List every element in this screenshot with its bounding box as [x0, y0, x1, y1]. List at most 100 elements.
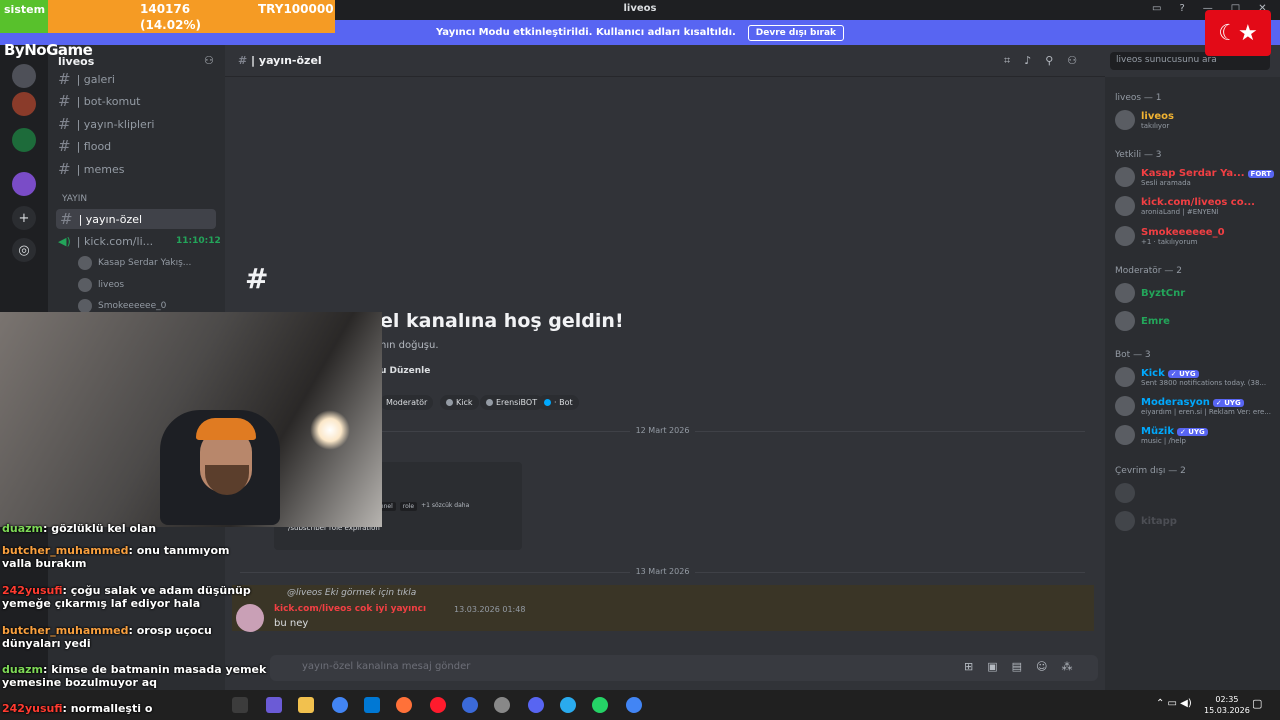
telegram-icon[interactable] [560, 697, 576, 713]
header-channel-name: # | yayın-özel [238, 54, 322, 67]
opera-icon[interactable] [430, 697, 446, 713]
pin-icon[interactable]: ⚲ [1045, 54, 1053, 68]
channel-item[interactable]: # | memes [58, 159, 218, 179]
channel-header [225, 45, 1105, 77]
channel-item[interactable]: # | flood [58, 136, 218, 156]
firefox-icon[interactable] [396, 697, 412, 713]
hash-icon: # [58, 70, 71, 88]
member-item[interactable]: Kasap Serdar Ya... FORT Sesli aramada [1115, 167, 1275, 187]
goal-label: sistem [0, 0, 48, 33]
app-icon[interactable] [266, 697, 282, 713]
help-icon[interactable]: ? [1179, 3, 1184, 14]
chat-line: 242yusufi: çoğu salak ve adam düşünüp ye… [2, 584, 251, 610]
role-chip[interactable]: Kick [440, 395, 479, 410]
avatar [78, 256, 92, 270]
role-chip[interactable]: · Bot [538, 395, 579, 410]
member-item[interactable]: Kick ✓ UYG Sent 3800 notifications today. … [1115, 367, 1266, 387]
notification-icon[interactable]: ▢ [1252, 697, 1262, 710]
folder-icon[interactable] [298, 697, 314, 713]
brand-logo: ByNoGame [4, 41, 93, 59]
message-text: bu ney [274, 618, 309, 629]
category-yayin[interactable]: YAYIN [62, 194, 87, 204]
inbox-icon[interactable]: ▭ [1152, 3, 1161, 14]
channel-item[interactable]: # | bot-komut [58, 91, 218, 111]
add-friend-icon[interactable]: ⚇ [204, 54, 214, 67]
member-group-title: Moderatör — 2 [1115, 266, 1182, 276]
server-icon[interactable] [12, 128, 36, 152]
avatar [1115, 396, 1135, 416]
app-icon[interactable] [462, 697, 478, 713]
members-icon[interactable]: ⚇ [1067, 54, 1077, 68]
chat-line: butcher_muhammed: onu tanımıyom valla bu… [2, 544, 230, 570]
voice-user[interactable]: Kasap Serdar Yakış... [78, 256, 191, 270]
avatar [1115, 167, 1135, 187]
role-dot-icon [544, 399, 551, 406]
gift-icon[interactable]: ⊞ [964, 660, 973, 673]
hash-icon: # [238, 54, 252, 67]
member-group-title: Bot — 3 [1115, 350, 1151, 360]
mail-icon[interactable] [364, 697, 380, 713]
member-item[interactable]: Emre [1115, 311, 1170, 331]
chat-line: duazm: kimse de batmanin masada yemek ye… [2, 663, 267, 689]
member-item[interactable]: ByztCnr [1115, 283, 1185, 303]
voice-user[interactable]: liveos [78, 278, 124, 292]
hash-icon: # [58, 160, 71, 178]
disable-streamer-mode-button[interactable]: Devre dışı bırak [747, 24, 845, 41]
sticker-icon[interactable]: ▤ [1012, 660, 1022, 673]
channel-item[interactable]: # | galeri [58, 69, 218, 89]
server-icon[interactable] [12, 172, 36, 196]
role-dot-icon [486, 399, 493, 406]
avatar [1115, 226, 1135, 246]
member-item[interactable]: Smokeeeeee_0 +1 · takılıyorum [1115, 226, 1225, 246]
member-item[interactable]: Moderasyon ✓ UYG eiyardım | eren.si | Rekl… [1115, 396, 1271, 416]
member-group-title: Çevrim dışı — 2 [1115, 466, 1186, 476]
welcome-hash-icon: # [245, 262, 269, 295]
system-clock[interactable]: 02:35 15.03.2026 [1204, 694, 1250, 716]
hash-icon: # [58, 137, 71, 155]
member-item[interactable]: kitapp [1115, 511, 1177, 531]
add-server-icon[interactable]: + [12, 206, 36, 230]
avatar [1115, 425, 1135, 445]
avatar [1115, 483, 1135, 503]
edit-channel-link[interactable]: u Düzenle [380, 366, 430, 376]
goal-percent: (14.02%) [140, 18, 201, 32]
gif-icon[interactable]: ▣ [987, 660, 997, 673]
discover-icon[interactable]: ◎ [12, 238, 36, 262]
discord-icon[interactable] [528, 697, 544, 713]
date-divider: 13 Mart 2026 [240, 567, 1085, 582]
tray-icons[interactable]: ⌃ ▭ ◀) [1156, 698, 1192, 709]
server-icon[interactable] [12, 64, 36, 88]
whatsapp-icon[interactable] [592, 697, 608, 713]
emoji-icon[interactable]: ☺ [1036, 660, 1047, 673]
chrome-icon[interactable] [626, 697, 642, 713]
task-view-icon[interactable] [232, 697, 248, 713]
member-item[interactable]: Müzik ✓ UYG music | /help [1115, 425, 1208, 445]
member-item[interactable]: kick.com/liveos co... aroniaLand | #ENYEN… [1115, 196, 1255, 216]
channel-item-selected[interactable]: # | yayın-özel [56, 209, 216, 229]
chrome-icon[interactable] [332, 697, 348, 713]
bell-icon[interactable]: ♪ [1024, 54, 1031, 68]
role-dot-icon [446, 399, 453, 406]
threads-icon[interactable]: ⌗ [1004, 54, 1010, 68]
welcome-subtitle: nın doğuşu. [380, 340, 439, 351]
hash-icon: # [58, 92, 71, 110]
role-chip[interactable]: Moderatör [380, 395, 434, 410]
message-author[interactable]: kick.com/liveos cok iyi yayıncı [274, 604, 426, 614]
reply-preview[interactable]: @liveos Eki görmek için tıkla [287, 588, 416, 598]
obs-icon[interactable] [494, 697, 510, 713]
apps-icon[interactable]: ⁂ [1062, 660, 1073, 673]
member-item[interactable] [1115, 483, 1141, 503]
avatar [78, 278, 92, 292]
channel-item[interactable]: # | yayın-klipleri [58, 114, 218, 134]
avatar [1115, 311, 1135, 331]
chat-line: 242yusufi: normalleşti o [2, 702, 153, 715]
member-group-title: liveos — 1 [1115, 93, 1162, 103]
avatar [1115, 511, 1135, 531]
server-icon[interactable] [12, 92, 36, 116]
avatar [1115, 110, 1135, 130]
voice-user[interactable]: Smokeeeeee_0 [78, 299, 166, 313]
chat-line: butcher_muhammed: orosp uçocu dünyaları … [2, 624, 212, 650]
header-actions: ⌗ ♪ ⚲ ⚇ [1004, 54, 1077, 68]
member-item[interactable]: liveos takılıyor [1115, 110, 1174, 130]
role-chip[interactable]: ErensiBOT [480, 395, 544, 410]
